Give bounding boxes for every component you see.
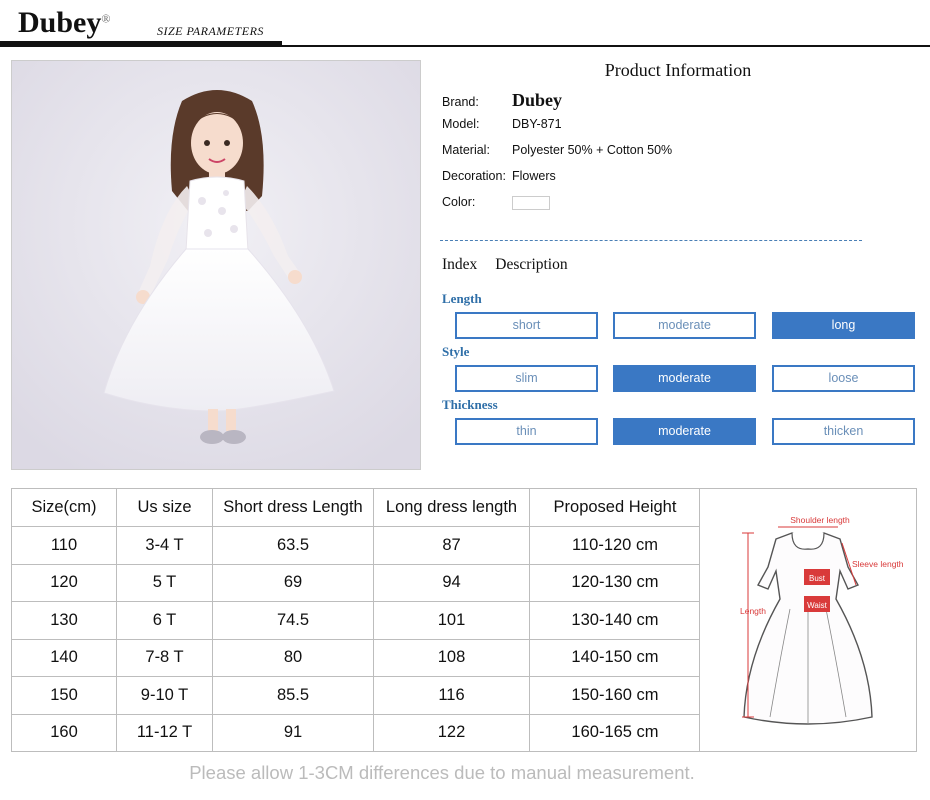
thickness-option-moderate: moderate bbox=[613, 418, 756, 445]
table-cell: 110 bbox=[11, 526, 117, 565]
decoration-value: Flowers bbox=[512, 169, 556, 183]
brand-logo-small: Dubey bbox=[512, 90, 563, 110]
model-value: DBY-871 bbox=[512, 117, 562, 131]
material-label: Material: bbox=[442, 143, 490, 157]
measurement-diagram: Shoulder length Sleeve length Bust Waist… bbox=[699, 488, 917, 752]
brand-value: Dubey bbox=[512, 90, 563, 110]
dashed-divider bbox=[440, 240, 862, 241]
length-label: Length bbox=[442, 291, 482, 306]
color-row: Color: bbox=[442, 195, 550, 210]
table-row: 130 6 T 74.5 101 130-140 cm bbox=[11, 601, 701, 640]
length-option-long: long bbox=[772, 312, 915, 339]
header-rule bbox=[0, 45, 930, 47]
table-cell: 74.5 bbox=[212, 601, 374, 640]
table-cell: 101 bbox=[373, 601, 530, 640]
table-header: Short dress Length bbox=[212, 488, 374, 527]
table-cell: 160 bbox=[11, 713, 117, 752]
table-cell: 69 bbox=[212, 563, 374, 602]
table-cell: 130 bbox=[11, 601, 117, 640]
table-cell: 140-150 cm bbox=[529, 638, 701, 677]
thickness-option-thicken: thicken bbox=[772, 418, 915, 445]
table-cell: 120-130 cm bbox=[529, 563, 701, 602]
table-cell: 11-12 T bbox=[116, 713, 213, 752]
length-option-moderate: moderate bbox=[613, 312, 756, 339]
length-option-short: short bbox=[455, 312, 598, 339]
product-photo bbox=[11, 60, 421, 470]
brand-label: Brand: bbox=[442, 95, 479, 109]
material-row: Material: Polyester 50% + Cotton 50% bbox=[442, 143, 672, 157]
color-swatch bbox=[512, 195, 550, 210]
description-label: Description bbox=[495, 256, 568, 273]
length-measure-label: Length bbox=[740, 606, 766, 616]
product-information-title: Product Information bbox=[604, 60, 752, 80]
table-row: 140 7-8 T 80 108 140-150 cm bbox=[11, 638, 701, 677]
girl-dress-image bbox=[12, 61, 420, 469]
style-option-moderate: moderate bbox=[613, 365, 756, 392]
table-cell: 80 bbox=[212, 638, 374, 677]
table-cell: 3-4 T bbox=[116, 526, 213, 565]
size-parameters-heading: SIZE PARAMETERS bbox=[157, 24, 264, 38]
table-cell: 116 bbox=[373, 676, 530, 715]
table-cell: 120 bbox=[11, 563, 117, 602]
material-value: Polyester 50% + Cotton 50% bbox=[512, 143, 673, 157]
table-row: 120 5 T 69 94 120-130 cm bbox=[11, 563, 701, 602]
table-cell: 6 T bbox=[116, 601, 213, 640]
brand-logo: Dubey® bbox=[18, 6, 111, 39]
decoration-row: Decoration: Flowers bbox=[442, 169, 556, 183]
table-cell: 85.5 bbox=[212, 676, 374, 715]
table-cell: 91 bbox=[212, 713, 374, 752]
sleeve-length-label: Sleeve length bbox=[852, 559, 904, 569]
table-cell: 108 bbox=[373, 638, 530, 677]
model-label: Model: bbox=[442, 117, 480, 131]
style-option-loose: loose bbox=[772, 365, 915, 392]
size-table: Size(cm) Us size Short dress Length Long… bbox=[11, 488, 701, 752]
table-header: Size(cm) bbox=[11, 488, 117, 527]
table-row: 150 9-10 T 85.5 116 150-160 cm bbox=[11, 676, 701, 715]
bust-label: Bust bbox=[809, 574, 826, 583]
table-cell: 5 T bbox=[116, 563, 213, 602]
table-cell: 94 bbox=[373, 563, 530, 602]
table-cell: 150 bbox=[11, 676, 117, 715]
index-description-heading: Index Description bbox=[442, 256, 568, 274]
table-row: 110 3-4 T 63.5 87 110-120 cm bbox=[11, 526, 701, 565]
table-header: Long dress length bbox=[373, 488, 530, 527]
logo-text: Dubey bbox=[18, 6, 102, 39]
table-cell: 7-8 T bbox=[116, 638, 213, 677]
table-cell: 9-10 T bbox=[116, 676, 213, 715]
table-cell: 140 bbox=[11, 638, 117, 677]
table-cell: 122 bbox=[373, 713, 530, 752]
table-header: Us size bbox=[116, 488, 213, 527]
thickness-label: Thickness bbox=[442, 397, 498, 412]
table-header-row: Size(cm) Us size Short dress Length Long… bbox=[11, 488, 701, 527]
waist-label: Waist bbox=[807, 601, 827, 610]
table-cell: 130-140 cm bbox=[529, 601, 701, 640]
table-cell: 110-120 cm bbox=[529, 526, 701, 565]
table-cell: 160-165 cm bbox=[529, 713, 701, 752]
index-label: Index bbox=[442, 256, 478, 273]
style-label: Style bbox=[442, 344, 470, 359]
decoration-label: Decoration: bbox=[442, 169, 506, 183]
thickness-option-thin: thin bbox=[455, 418, 598, 445]
measurement-note: Please allow 1-3CM differences due to ma… bbox=[189, 762, 695, 783]
table-header: Proposed Height bbox=[529, 488, 701, 527]
color-label: Color: bbox=[442, 195, 476, 209]
style-option-slim: slim bbox=[455, 365, 598, 392]
table-cell: 87 bbox=[373, 526, 530, 565]
table-cell: 63.5 bbox=[212, 526, 374, 565]
table-cell: 150-160 cm bbox=[529, 676, 701, 715]
brand-row: Brand: Dubey bbox=[442, 90, 562, 111]
table-row: 160 11-12 T 91 122 160-165 cm bbox=[11, 713, 701, 752]
model-row: Model: DBY-871 bbox=[442, 117, 562, 131]
shoulder-length-label: Shoulder length bbox=[790, 515, 850, 525]
